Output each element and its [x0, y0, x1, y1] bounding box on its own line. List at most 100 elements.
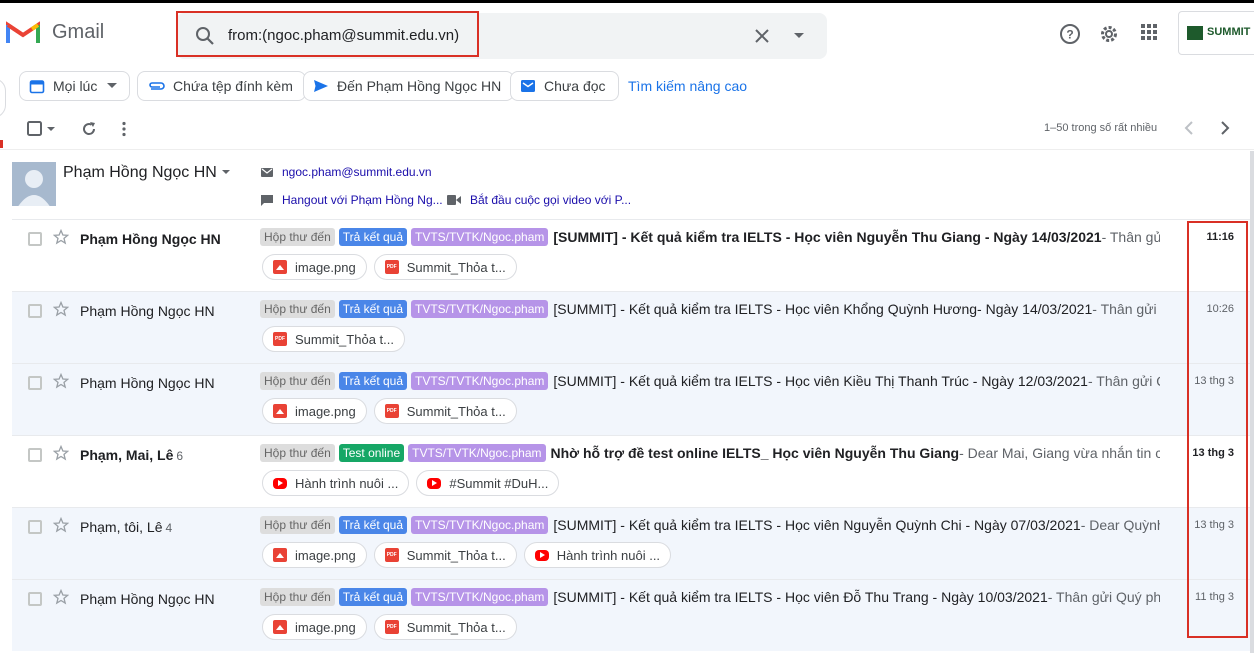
attachment-name: Summit_Thỏa t... [406, 403, 506, 419]
video-camera-icon [447, 195, 461, 205]
search-input[interactable]: from:(ngoc.pham@summit.edu.vn) [228, 27, 459, 44]
settings-gear-icon[interactable] [1098, 23, 1120, 45]
email-subject: [SUMMIT] - Kết quả kiểm tra IELTS - Học … [553, 517, 1081, 533]
search-options-icon[interactable] [793, 32, 805, 40]
email-label[interactable]: Hộp thư đến [260, 372, 335, 390]
select-all-checkbox-icon[interactable] [27, 121, 57, 137]
image-file-icon [273, 260, 287, 274]
star-icon[interactable] [52, 444, 70, 466]
row-checkbox[interactable] [28, 376, 42, 390]
email-label[interactable]: TVTS/TVTK/Ngoc.pham [411, 588, 549, 606]
account-brand-logo[interactable]: SUMMIT [1178, 11, 1254, 55]
attachment-chip[interactable]: Summit_Thỏa t... [373, 398, 517, 424]
avatar [12, 162, 56, 206]
attachment-chip[interactable]: Hành trình nuôi ... [523, 542, 672, 568]
refresh-icon[interactable] [81, 121, 97, 137]
clear-search-icon[interactable] [751, 25, 773, 47]
attachment-chips: image.png Summit_Thỏa t... [262, 254, 524, 280]
app-name: Gmail [52, 20, 105, 43]
attachment-name: image.png [295, 403, 356, 419]
email-snippet: - Thân gửi Quý phụ huynh ... [1047, 589, 1160, 605]
attachment-chip[interactable]: Summit_Thỏa t... [262, 326, 405, 352]
more-options-icon[interactable] [121, 121, 127, 137]
attachment-chip[interactable]: image.png [262, 398, 367, 424]
chip-to-contact[interactable]: Đến Phạm Hồng Ngọc HN [303, 71, 515, 101]
email-label[interactable]: TVTS/TVTK/Ngoc.pham [411, 372, 549, 390]
email-label[interactable]: Trả kết quả [338, 372, 408, 390]
star-icon[interactable] [52, 300, 70, 322]
chip-label: Đến Phạm Hồng Ngọc HN [337, 78, 502, 94]
star-icon[interactable] [52, 228, 70, 250]
email-content-line[interactable]: Hộp thư đến Trả kết quả TVTS/TVTK/Ngoc.pha… [260, 372, 1160, 390]
contact-email-link[interactable]: ngoc.pham@summit.edu.vn [261, 165, 432, 179]
email-label[interactable]: Hộp thư đến [260, 300, 335, 318]
gmail-logo[interactable]: Gmail [6, 19, 104, 45]
contact-email: ngoc.pham@summit.edu.vn [282, 165, 432, 179]
chevron-left-icon[interactable] [1184, 121, 1194, 135]
brand-text: SUMMIT [1207, 26, 1251, 38]
email-subject: Nhờ hỗ trợ đề test online IELTS_ Học viê… [550, 445, 960, 461]
email-label[interactable]: Hộp thư đến [260, 228, 335, 246]
attachment-chip[interactable]: image.png [262, 254, 367, 280]
star-icon[interactable] [52, 516, 70, 538]
image-file-icon [273, 620, 287, 634]
email-label[interactable]: Trả kết quả [338, 300, 408, 318]
email-label[interactable]: Trả kết quả [338, 588, 408, 606]
star-icon[interactable] [52, 372, 70, 394]
email-label[interactable]: Trả kết quả [338, 516, 408, 534]
chevron-down-icon[interactable] [222, 170, 230, 175]
email-content-line[interactable]: Hộp thư đến Trả kết quả TVTS/TVTK/Ngoc.pha… [260, 300, 1160, 318]
attachment-chip[interactable]: #Summit #DuH... [416, 470, 560, 496]
email-sender: Phạm, tôi, Lê 4 [80, 519, 172, 535]
attachment-chip[interactable]: Hành trình nuôi ... [262, 470, 410, 496]
email-label[interactable]: TVTS/TVTK/Ngoc.pham [411, 516, 549, 534]
star-icon[interactable] [52, 588, 70, 610]
attachment-chip[interactable]: image.png [262, 614, 367, 640]
email-label[interactable]: TVTS/TVTK/Ngoc.pham [408, 444, 546, 462]
chip-unread[interactable]: Chưa đọc [510, 71, 619, 101]
email-label[interactable]: Trả kết quả [338, 228, 408, 246]
email-label[interactable]: TVTS/TVTK/Ngoc.pham [411, 300, 549, 318]
email-label[interactable]: Hộp thư đến [260, 516, 335, 534]
video-call-link[interactable]: Bắt đầu cuộc gọi video với P... [447, 193, 631, 207]
email-label[interactable]: Test online [338, 444, 405, 462]
email-content-line[interactable]: Hộp thư đến Trả kết quả TVTS/TVTK/Ngoc.pha… [260, 588, 1160, 606]
row-checkbox[interactable] [28, 448, 42, 462]
email-row[interactable]: Phạm, Mai, Lê 6 Hộp thư đến Test online TVTS… [12, 435, 1254, 507]
email-label[interactable]: TVTS/TVTK/Ngoc.pham [411, 228, 549, 246]
email-label[interactable]: Hộp thư đến [260, 444, 335, 462]
apps-grid-icon[interactable] [1140, 23, 1158, 41]
email-row[interactable]: Phạm Hồng Ngọc HN Hộp thư đến Trả kết quả T… [12, 219, 1254, 291]
email-sender: Phạm, Mai, Lê 6 [80, 447, 183, 463]
email-row[interactable]: Phạm Hồng Ngọc HN Hộp thư đến Trả kết quả T… [12, 579, 1254, 651]
email-row[interactable]: Phạm, tôi, Lê 4 Hộp thư đến Trả kết quả TVTS… [12, 507, 1254, 579]
email-row[interactable]: Phạm Hồng Ngọc HN Hộp thư đến Trả kết quả T… [12, 291, 1254, 363]
email-label[interactable]: Hộp thư đến [260, 588, 335, 606]
help-icon[interactable]: ? [1059, 23, 1081, 45]
attachment-name: #Summit #DuH... [449, 475, 549, 491]
youtube-icon [427, 477, 442, 489]
row-checkbox[interactable] [28, 232, 42, 246]
row-checkbox[interactable] [28, 592, 42, 606]
attachment-chip[interactable]: Summit_Thỏa t... [373, 614, 517, 640]
advanced-search-link[interactable]: Tìm kiếm nâng cao [628, 78, 747, 94]
email-content-line[interactable]: Hộp thư đến Trả kết quả TVTS/TVTK/Ngoc.pha… [260, 516, 1160, 534]
email-content-line[interactable]: Hộp thư đến Trả kết quả TVTS/TVTK/Ngoc.pha… [260, 228, 1160, 246]
chip-has-attachment[interactable]: Chứa tệp đính kèm [137, 71, 306, 101]
scrollbar[interactable] [1250, 151, 1254, 653]
email-snippet: - Thân gửi Quý phụ ... [1087, 373, 1160, 389]
chevron-right-icon[interactable] [1220, 121, 1230, 135]
chip-any-time[interactable]: Mọi lúc [19, 71, 131, 101]
contact-card: Phạm Hồng Ngọc HN ngoc.pham@summit.edu.v… [0, 151, 1254, 219]
paperclip-icon [149, 82, 165, 90]
email-row[interactable]: Phạm Hồng Ngọc HN Hộp thư đến Trả kết quả T… [12, 363, 1254, 435]
search-bar[interactable]: from:(ngoc.pham@summit.edu.vn) [176, 11, 827, 59]
search-icon[interactable] [194, 25, 216, 47]
email-content-line[interactable]: Hộp thư đến Test online TVTS/TVTK/Ngoc.pha… [260, 444, 1160, 462]
row-checkbox[interactable] [28, 304, 42, 318]
row-checkbox[interactable] [28, 520, 42, 534]
attachment-chip[interactable]: image.png [262, 542, 367, 568]
attachment-chip[interactable]: Summit_Thỏa t... [373, 542, 517, 568]
hangout-link[interactable]: Hangout với Phạm Hồng Ng... [261, 193, 443, 207]
attachment-chip[interactable]: Summit_Thỏa t... [373, 254, 517, 280]
